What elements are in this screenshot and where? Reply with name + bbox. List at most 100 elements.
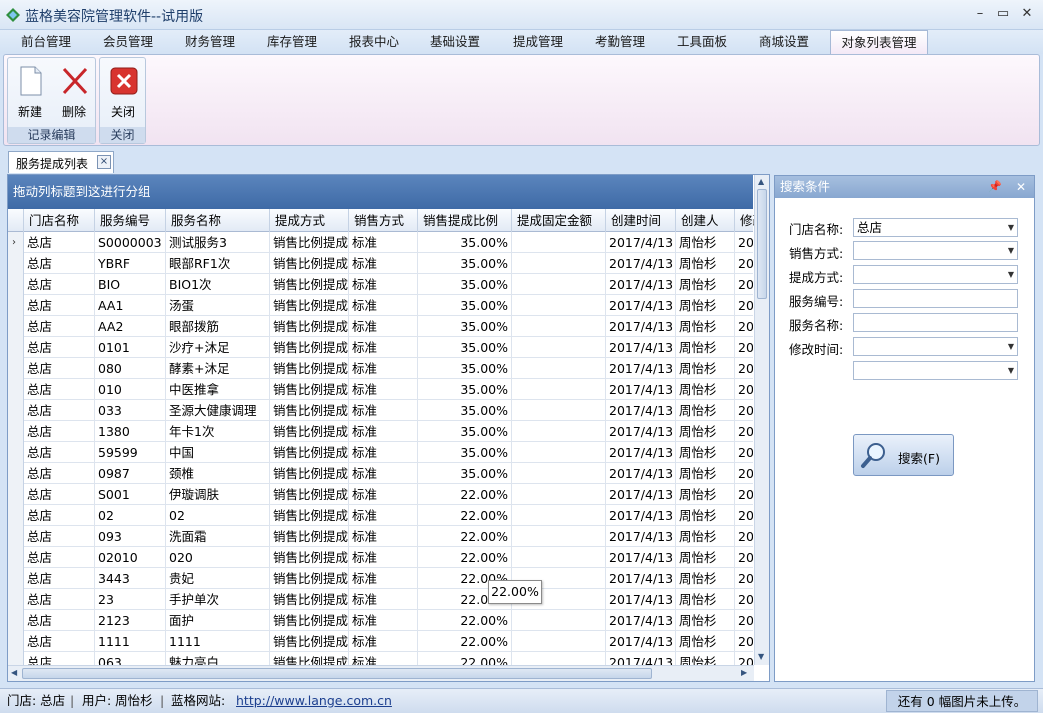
- table-cell[interactable]: 销售比例提成: [270, 232, 349, 253]
- row-indicator[interactable]: [8, 631, 24, 652]
- table-cell[interactable]: 总店: [24, 589, 95, 610]
- table-cell[interactable]: 销售比例提成: [270, 568, 349, 589]
- table-cell[interactable]: AA1: [95, 295, 166, 316]
- table-cell[interactable]: 周怡杉: [676, 253, 735, 274]
- table-cell[interactable]: [512, 274, 606, 295]
- table-cell[interactable]: 35.00%: [418, 232, 512, 253]
- table-cell[interactable]: [512, 337, 606, 358]
- table-cell[interactable]: 020: [166, 547, 270, 568]
- table-cell[interactable]: 2017/4/13: [606, 421, 676, 442]
- vertical-scroll-thumb[interactable]: [757, 189, 767, 299]
- table-cell[interactable]: 洗面霜: [166, 526, 270, 547]
- table-cell[interactable]: 总店: [24, 652, 95, 665]
- table-cell[interactable]: 总店: [24, 610, 95, 631]
- table-cell[interactable]: 销售比例提成: [270, 316, 349, 337]
- table-cell[interactable]: 标准: [349, 652, 418, 665]
- table-cell[interactable]: 总店: [24, 274, 95, 295]
- row-indicator[interactable]: [8, 568, 24, 589]
- table-cell[interactable]: 2017/4/13: [606, 526, 676, 547]
- table-cell[interactable]: 063: [95, 652, 166, 665]
- table-cell[interactable]: [512, 253, 606, 274]
- menu-front-desk[interactable]: 前台管理: [12, 30, 80, 54]
- table-cell[interactable]: 201: [735, 547, 753, 568]
- row-indicator[interactable]: [8, 589, 24, 610]
- table-cell[interactable]: 22.00%: [418, 526, 512, 547]
- table-cell[interactable]: 2017/4/13: [606, 442, 676, 463]
- menu-basic-settings[interactable]: 基础设置: [421, 30, 489, 54]
- table-cell[interactable]: 35.00%: [418, 316, 512, 337]
- table-cell[interactable]: [512, 505, 606, 526]
- table-row[interactable]: 总店093洗面霜销售比例提成标准22.00% 2017/4/13周怡杉201: [8, 526, 753, 547]
- table-row[interactable]: 总店02010020销售比例提成标准22.00% 2017/4/13周怡杉201: [8, 547, 753, 568]
- table-cell[interactable]: 35.00%: [418, 253, 512, 274]
- table-cell[interactable]: 销售比例提成: [270, 253, 349, 274]
- table-cell[interactable]: 周怡杉: [676, 547, 735, 568]
- table-cell[interactable]: 201: [735, 421, 753, 442]
- table-cell[interactable]: 201: [735, 442, 753, 463]
- table-cell[interactable]: 总店: [24, 232, 95, 253]
- service-name-input[interactable]: [853, 313, 1018, 332]
- table-cell[interactable]: S0000003: [95, 232, 166, 253]
- table-cell[interactable]: 总店: [24, 442, 95, 463]
- table-cell[interactable]: 销售比例提成: [270, 526, 349, 547]
- table-cell[interactable]: 标准: [349, 610, 418, 631]
- modify-time-to-select[interactable]: ▼: [853, 361, 1018, 380]
- search-button[interactable]: 搜索(F): [853, 434, 954, 476]
- table-cell[interactable]: 标准: [349, 484, 418, 505]
- table-cell[interactable]: 总店: [24, 484, 95, 505]
- table-cell[interactable]: 2017/4/13: [606, 358, 676, 379]
- table-cell[interactable]: 标准: [349, 589, 418, 610]
- table-cell[interactable]: 总店: [24, 631, 95, 652]
- horizontal-scroll-thumb[interactable]: [22, 668, 652, 679]
- table-row[interactable]: 总店11111111销售比例提成标准22.00%2017/4/13周怡杉201: [8, 631, 753, 652]
- table-row[interactable]: 总店063魅力亮白销售比例提成标准22.00% 2017/4/13周怡杉201: [8, 652, 753, 665]
- table-row[interactable]: 总店59599中国销售比例提成标准35.00% 2017/4/13周怡杉201: [8, 442, 753, 463]
- table-cell[interactable]: 22.00%: [418, 652, 512, 665]
- table-cell[interactable]: 2017/4/13: [606, 253, 676, 274]
- table-cell[interactable]: 周怡杉: [676, 295, 735, 316]
- table-cell[interactable]: 35.00%: [418, 358, 512, 379]
- table-cell[interactable]: 年卡1次: [166, 421, 270, 442]
- table-cell[interactable]: 22.00%: [418, 505, 512, 526]
- scroll-right-icon[interactable]: ▶: [741, 668, 747, 677]
- table-cell[interactable]: 周怡杉: [676, 316, 735, 337]
- table-cell[interactable]: 0987: [95, 463, 166, 484]
- table-cell[interactable]: 总店: [24, 295, 95, 316]
- table-cell[interactable]: 201: [735, 505, 753, 526]
- table-cell[interactable]: 手护单次: [166, 589, 270, 610]
- menu-reports[interactable]: 报表中心: [340, 30, 408, 54]
- table-cell[interactable]: 标准: [349, 568, 418, 589]
- table-cell[interactable]: 1111: [95, 631, 166, 652]
- row-indicator[interactable]: ›: [8, 232, 24, 253]
- table-cell[interactable]: 周怡杉: [676, 400, 735, 421]
- table-cell[interactable]: 销售比例提成: [270, 463, 349, 484]
- menu-tools[interactable]: 工具面板: [668, 30, 736, 54]
- table-cell[interactable]: 2017/4/13: [606, 463, 676, 484]
- panel-close-icon[interactable]: ✕: [1016, 176, 1026, 198]
- table-cell[interactable]: 02: [166, 505, 270, 526]
- table-cell[interactable]: 201: [735, 568, 753, 589]
- table-cell[interactable]: 2017/4/13: [606, 337, 676, 358]
- table-cell[interactable]: 35.00%: [418, 400, 512, 421]
- menu-members[interactable]: 会员管理: [94, 30, 162, 54]
- table-cell[interactable]: 周怡杉: [676, 421, 735, 442]
- service-commission-grid[interactable]: 拖动列标题到这进行分组 门店名称 服务编号 服务名称 提成方式 销售方式 销售提成比例 提成…: [7, 174, 770, 682]
- table-cell[interactable]: 标准: [349, 232, 418, 253]
- document-tab-service-commission[interactable]: 服务提成列表 ×: [8, 151, 114, 173]
- table-cell[interactable]: 周怡杉: [676, 589, 735, 610]
- table-cell[interactable]: 2017/4/13: [606, 505, 676, 526]
- table-cell[interactable]: 面护: [166, 610, 270, 631]
- table-cell[interactable]: 周怡杉: [676, 610, 735, 631]
- table-row[interactable]: 总店S001伊璇调肤销售比例提成标准22.00% 2017/4/13周怡杉201: [8, 484, 753, 505]
- table-cell[interactable]: [512, 484, 606, 505]
- table-cell[interactable]: 销售比例提成: [270, 442, 349, 463]
- table-cell[interactable]: 201: [735, 400, 753, 421]
- table-cell[interactable]: 总店: [24, 337, 95, 358]
- table-cell[interactable]: 销售比例提成: [270, 358, 349, 379]
- table-cell[interactable]: 销售比例提成: [270, 652, 349, 665]
- horizontal-scrollbar[interactable]: ◀ ▶: [8, 665, 754, 681]
- table-cell[interactable]: 总店: [24, 547, 95, 568]
- table-cell[interactable]: 35.00%: [418, 337, 512, 358]
- scroll-left-icon[interactable]: ◀: [11, 668, 17, 677]
- table-row[interactable]: 总店010中医推拿销售比例提成标准35.00% 2017/4/13周怡杉201: [8, 379, 753, 400]
